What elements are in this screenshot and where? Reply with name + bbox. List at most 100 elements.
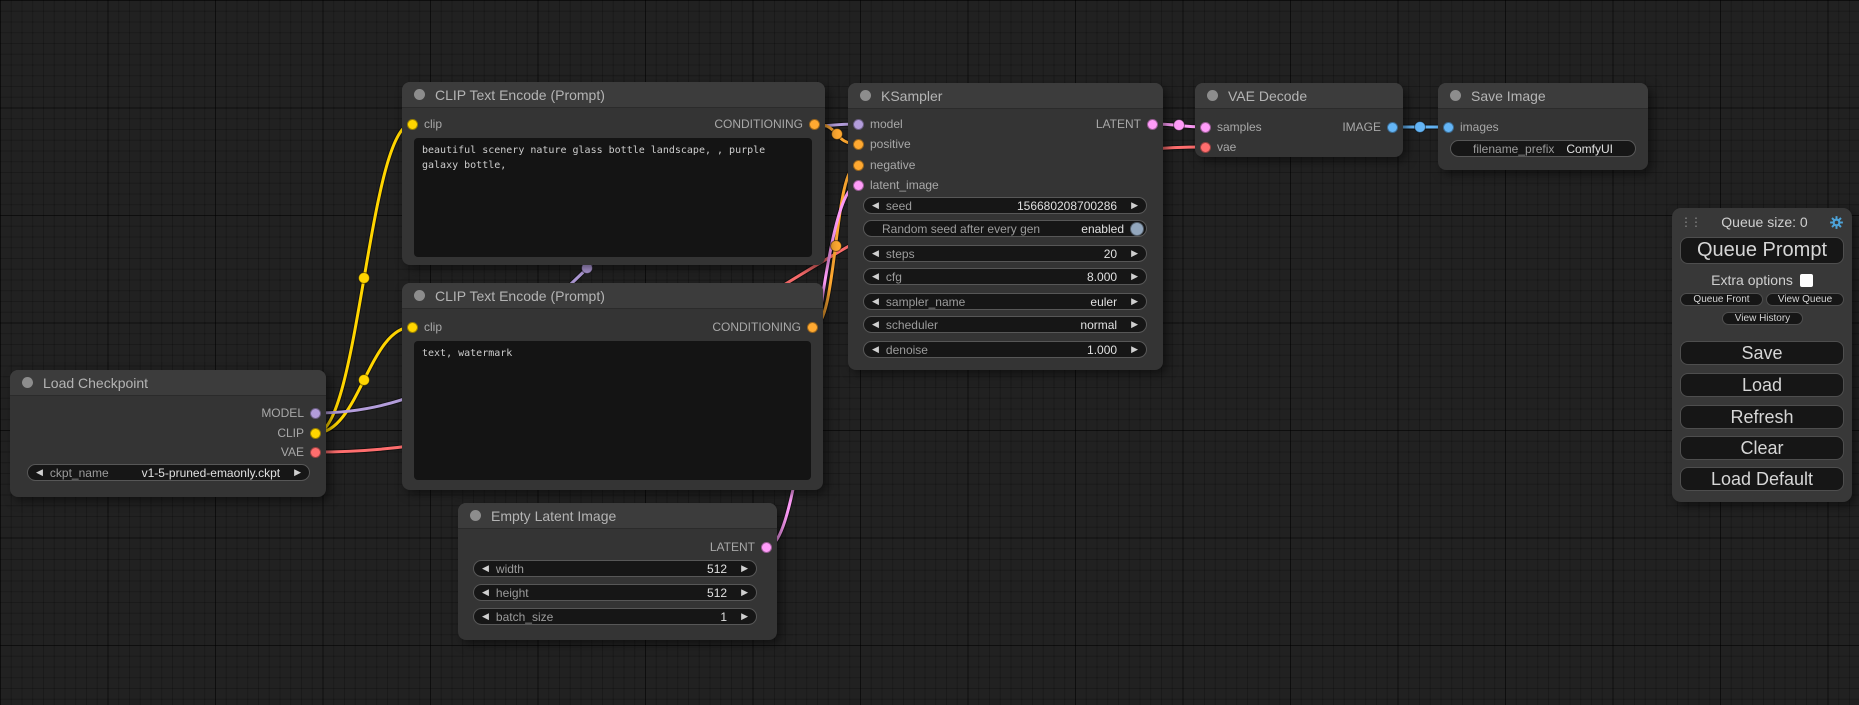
output-label-vae: VAE	[281, 445, 304, 459]
decrement-arrow-icon[interactable]: ◀	[482, 588, 489, 597]
output-slot-latent[interactable]	[761, 542, 772, 553]
clear-button[interactable]: Clear	[1680, 436, 1844, 460]
node-title-bar[interactable]: Empty Latent Image	[458, 503, 777, 529]
node-collapse-dot[interactable]	[470, 510, 481, 521]
node-collapse-dot[interactable]	[414, 89, 425, 100]
output-slot-conditioning[interactable]	[809, 119, 820, 130]
input-slot-clip[interactable]	[407, 322, 418, 333]
toggle-circle[interactable]	[1130, 222, 1144, 236]
increment-arrow-icon[interactable]: ▶	[741, 564, 748, 573]
widget-denoise[interactable]: ◀ denoise 1.000 ▶	[863, 341, 1147, 358]
node-title-bar[interactable]: Load Checkpoint	[10, 370, 326, 396]
node-title: Save Image	[1471, 88, 1546, 104]
output-slot-model[interactable]	[310, 408, 321, 419]
decrement-arrow-icon[interactable]: ◀	[872, 345, 879, 354]
view-history-button[interactable]: View History	[1722, 312, 1803, 325]
node-collapse-dot[interactable]	[1450, 90, 1461, 101]
increment-arrow-icon[interactable]: ▶	[1131, 272, 1138, 281]
node-ksampler[interactable]: KSampler model LATENT positive negative …	[848, 83, 1163, 370]
node-load-checkpoint[interactable]: Load Checkpoint MODEL CLIP VAE ◀ ckpt_na…	[10, 370, 326, 497]
increment-arrow-icon[interactable]: ▶	[1131, 320, 1138, 329]
widget-cfg[interactable]: ◀ cfg 8.000 ▶	[863, 268, 1147, 285]
node-clip-text-encode-negative[interactable]: CLIP Text Encode (Prompt) clip CONDITION…	[402, 283, 823, 490]
node-collapse-dot[interactable]	[860, 90, 871, 101]
refresh-button[interactable]: Refresh	[1680, 405, 1844, 429]
input-label-clip: clip	[424, 320, 442, 334]
prompt-text-input[interactable]: text, watermark	[414, 341, 811, 480]
increment-arrow-icon[interactable]: ▶	[741, 612, 748, 621]
node-vae-decode[interactable]: VAE Decode samples IMAGE vae	[1195, 83, 1403, 157]
queue-front-button[interactable]: Queue Front	[1680, 293, 1763, 306]
input-label-latent-image: latent_image	[870, 178, 939, 192]
input-slot-clip[interactable]	[407, 119, 418, 130]
output-slot-image[interactable]	[1387, 122, 1398, 133]
node-title-bar[interactable]: CLIP Text Encode (Prompt)	[402, 82, 825, 108]
load-button[interactable]: Load	[1680, 373, 1844, 397]
input-slot-positive[interactable]	[853, 139, 864, 150]
node-title-bar[interactable]: VAE Decode	[1195, 83, 1403, 109]
decrement-arrow-icon[interactable]: ◀	[872, 320, 879, 329]
decrement-arrow-icon[interactable]: ◀	[872, 249, 879, 258]
node-collapse-dot[interactable]	[1207, 90, 1218, 101]
output-slot-latent[interactable]	[1147, 119, 1158, 130]
drag-handle-icon[interactable]: ⋮⋮	[1680, 216, 1700, 228]
node-empty-latent-image[interactable]: Empty Latent Image LATENT ◀ width 512 ▶ …	[458, 503, 777, 640]
increment-arrow-icon[interactable]: ▶	[1131, 201, 1138, 210]
widget-ckpt-name[interactable]: ◀ ckpt_name v1-5-pruned-emaonly.ckpt ▶	[27, 464, 310, 481]
input-slot-vae[interactable]	[1200, 142, 1211, 153]
decrement-arrow-icon[interactable]: ◀	[482, 612, 489, 621]
increment-arrow-icon[interactable]: ▶	[294, 468, 301, 477]
prompt-text-input[interactable]: beautiful scenery nature glass bottle la…	[414, 138, 812, 257]
widget-batch-size[interactable]: ◀ batch_size 1 ▶	[473, 608, 757, 625]
output-slot-vae[interactable]	[310, 447, 321, 458]
widget-value: 512	[707, 586, 727, 600]
input-slot-latent-image[interactable]	[853, 180, 864, 191]
decrement-arrow-icon[interactable]: ◀	[36, 468, 43, 477]
save-button[interactable]: Save	[1680, 341, 1844, 365]
widget-width[interactable]: ◀ width 512 ▶	[473, 560, 757, 577]
input-slot-negative[interactable]	[853, 160, 864, 171]
input-slot-images[interactable]	[1443, 122, 1454, 133]
decrement-arrow-icon[interactable]: ◀	[872, 201, 879, 210]
widget-filename-prefix[interactable]: filename_prefix ComfyUI	[1450, 140, 1636, 157]
queue-prompt-button[interactable]: Queue Prompt	[1680, 237, 1844, 264]
node-save-image[interactable]: Save Image images filename_prefix ComfyU…	[1438, 83, 1648, 170]
link-clip-to-positive-prompt	[316, 124, 412, 433]
decrement-arrow-icon[interactable]: ◀	[872, 297, 879, 306]
settings-gear-icon[interactable]	[1829, 215, 1844, 230]
widget-steps[interactable]: ◀ steps 20 ▶	[863, 245, 1147, 262]
load-default-button[interactable]: Load Default	[1680, 467, 1844, 491]
widget-random-seed-toggle[interactable]: Random seed after every gen enabled	[863, 220, 1147, 237]
increment-arrow-icon[interactable]: ▶	[1131, 297, 1138, 306]
widget-seed[interactable]: ◀ seed 156680208700286 ▶	[863, 197, 1147, 214]
node-title: CLIP Text Encode (Prompt)	[435, 87, 605, 103]
decrement-arrow-icon[interactable]: ◀	[482, 564, 489, 573]
widget-sampler-name[interactable]: ◀ sampler_name euler ▶	[863, 293, 1147, 310]
node-title-bar[interactable]: Save Image	[1438, 83, 1648, 109]
extra-options-checkbox[interactable]	[1800, 274, 1813, 287]
node-title-bar[interactable]: CLIP Text Encode (Prompt)	[402, 283, 823, 309]
widget-label: Random seed after every gen	[882, 222, 1040, 236]
widget-height[interactable]: ◀ height 512 ▶	[473, 584, 757, 601]
output-slot-conditioning[interactable]	[807, 322, 818, 333]
widget-value: 1	[720, 610, 727, 624]
widget-value: v1-5-pruned-emaonly.ckpt	[142, 466, 281, 480]
input-label-model: model	[870, 117, 903, 131]
increment-arrow-icon[interactable]: ▶	[741, 588, 748, 597]
view-queue-button[interactable]: View Queue	[1766, 293, 1844, 306]
decrement-arrow-icon[interactable]: ◀	[872, 272, 879, 281]
node-title-bar[interactable]: KSampler	[848, 83, 1163, 109]
node-collapse-dot[interactable]	[22, 377, 33, 388]
increment-arrow-icon[interactable]: ▶	[1131, 249, 1138, 258]
node-clip-text-encode-positive[interactable]: CLIP Text Encode (Prompt) clip CONDITION…	[402, 82, 825, 265]
comfyui-canvas[interactable]: Load Checkpoint MODEL CLIP VAE ◀ ckpt_na…	[0, 0, 1859, 705]
input-label-images: images	[1460, 120, 1499, 134]
input-slot-samples[interactable]	[1200, 122, 1211, 133]
widget-scheduler[interactable]: ◀ scheduler normal ▶	[863, 316, 1147, 333]
node-collapse-dot[interactable]	[414, 290, 425, 301]
input-label-positive: positive	[870, 137, 911, 151]
increment-arrow-icon[interactable]: ▶	[1131, 345, 1138, 354]
input-slot-model[interactable]	[853, 119, 864, 130]
output-slot-clip[interactable]	[310, 428, 321, 439]
slot-row: negative	[848, 155, 1163, 175]
